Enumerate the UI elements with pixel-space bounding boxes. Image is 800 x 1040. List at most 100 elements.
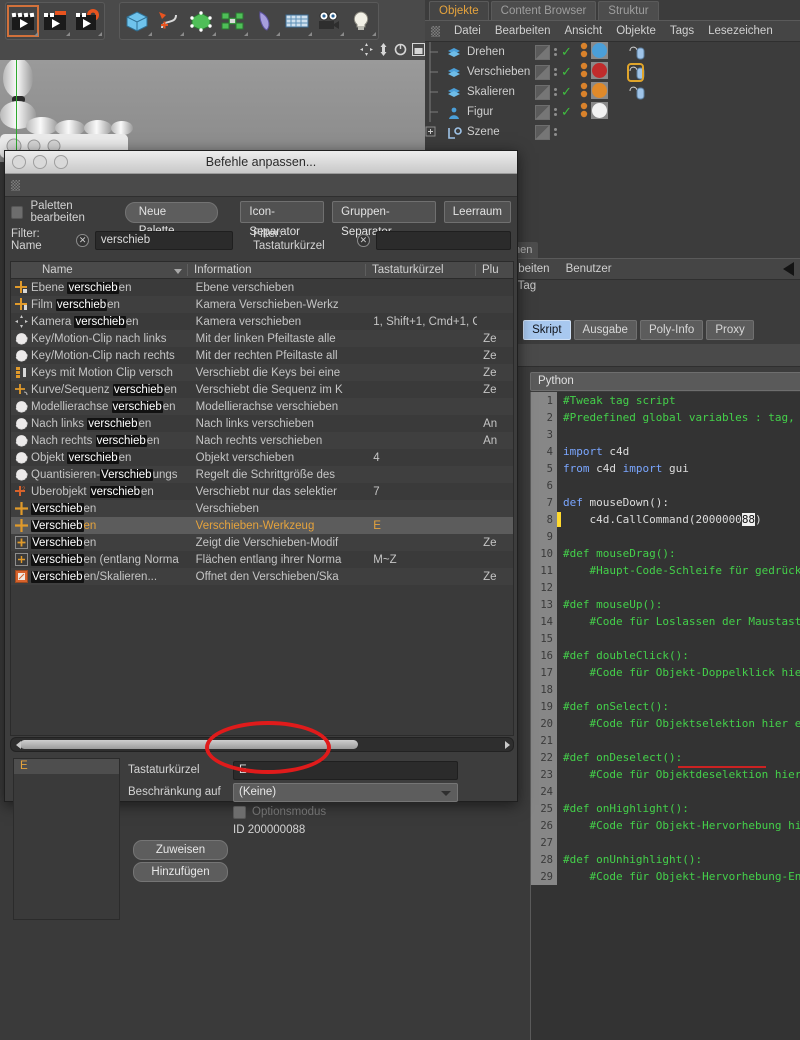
code-line[interactable]: 17 #Code für Objekt-Doppelklick hier (531, 664, 800, 681)
viewport-3d-scene[interactable] (0, 60, 425, 162)
column-header-plugin[interactable]: Plu (475, 264, 511, 276)
tab-poly-info[interactable]: Poly-Info (639, 320, 704, 340)
mouse-tag-icon[interactable] (629, 45, 645, 60)
render-region-icon[interactable] (412, 43, 425, 59)
scrollbar-thumb[interactable] (20, 740, 358, 749)
rotate-axis-icon[interactable] (394, 43, 407, 59)
table-row[interactable]: Nach rechts verschieben Nach rechts versc… (11, 432, 513, 449)
table-row[interactable]: Verschieben (entlang Norma Flächen entlan… (11, 551, 513, 568)
enabled-check-icon[interactable]: ✓ (561, 84, 572, 100)
table-row[interactable]: Kamera verschieben Kamera verschieben 1, S… (11, 313, 513, 330)
script-language-field[interactable]: Python (530, 372, 800, 391)
menu-tags[interactable]: Tags (670, 25, 694, 37)
table-row[interactable]: Ebene verschieben Ebene verschieben (11, 279, 513, 296)
clapperboard-record-icon[interactable] (39, 5, 71, 37)
shortcut-field-input[interactable]: E (233, 760, 458, 780)
icon-separator-button[interactable]: Icon-Separator (240, 201, 325, 238)
table-row[interactable]: Kurve/Sequenz verschieben Verschiebt die … (11, 381, 513, 398)
table-row[interactable]: 2 Überobjekt verschieben Verschiebt nur da… (11, 483, 513, 500)
code-line[interactable]: 19 #def onSelect(): (531, 698, 800, 715)
add-button[interactable]: Hinzufügen (133, 862, 228, 882)
code-line[interactable]: 4 import c4d (531, 443, 800, 460)
table-row[interactable]: Quantisieren-Verschiebungs Regelt die Sch… (11, 466, 513, 483)
menu-bearbeiten[interactable]: Bearbeiten (495, 25, 551, 37)
tag-cluster[interactable] (579, 62, 623, 82)
visibility-box-icon[interactable] (535, 104, 550, 120)
code-line[interactable]: 5 from c4d import gui (531, 460, 800, 477)
camera-icon[interactable] (313, 5, 345, 37)
dot-toggles-icon[interactable] (553, 108, 558, 116)
enabled-check-icon[interactable]: ✓ (561, 44, 572, 60)
grid-floor-icon[interactable] (281, 5, 313, 37)
column-header-shortcut[interactable]: Tastaturkürzel (365, 264, 475, 276)
collapse-left-icon[interactable] (783, 262, 794, 276)
table-body[interactable]: Ebene verschieben Ebene verschieben Film v… (11, 279, 513, 585)
shortcut-list[interactable]: E (13, 758, 120, 920)
code-line[interactable]: 28 #def onUnhighlight(): (531, 851, 800, 868)
code-line[interactable]: 3 (531, 426, 800, 443)
table-horizontal-scrollbar[interactable] (10, 737, 514, 752)
menu-benutzer[interactable]: Benutzer (566, 263, 612, 275)
table-row[interactable]: Key/Motion-Clip nach links Mit der linken… (11, 330, 513, 347)
light-bulb-icon[interactable] (345, 5, 377, 37)
object-row[interactable]: Verschieben ✓ (425, 62, 800, 82)
tab-ausgabe[interactable]: Ausgabe (573, 320, 637, 340)
mouse-tag-icon-selected[interactable] (626, 62, 645, 82)
tag-cluster[interactable] (579, 82, 623, 102)
nurbs-cube-icon[interactable] (185, 5, 217, 37)
code-line[interactable]: 14 #Code für Loslassen der Maustaste (531, 613, 800, 630)
object-row[interactable]: Skalieren ✓ (425, 82, 800, 102)
table-row[interactable]: Modellierachse verschieben Modellierachse… (11, 398, 513, 415)
restriction-dropdown[interactable]: (Keine) (233, 782, 458, 802)
code-line[interactable]: 10 #def mouseDrag(): (531, 545, 800, 562)
tab-content-browser[interactable]: Content Browser (490, 1, 597, 20)
code-line[interactable]: 27 (531, 834, 800, 851)
visibility-box-icon[interactable] (535, 84, 550, 100)
code-line[interactable]: 13 #def mouseUp(): (531, 596, 800, 613)
table-row[interactable]: Objekt verschieben Objekt verschieben 4 (11, 449, 513, 466)
table-row[interactable]: Film verschieben Kamera Verschieben-Werkz (11, 296, 513, 313)
table-row[interactable]: Key/Motion-Clip nach rechts Mit der recht… (11, 347, 513, 364)
option-mode-checkbox[interactable] (233, 805, 246, 819)
mouse-tag-icon[interactable] (629, 85, 645, 100)
visibility-box-icon[interactable] (535, 44, 550, 60)
script-code-editor[interactable]: 1 #Tweak tag script 2 #Predefined global va… (530, 392, 800, 1040)
code-line[interactable]: 20 #Code für Objektselektion hier ein (531, 715, 800, 732)
enabled-check-icon[interactable]: ✓ (561, 104, 572, 120)
new-palette-button[interactable]: Neue Palette... (124, 201, 219, 237)
code-line[interactable]: 24 (531, 783, 800, 800)
code-line[interactable]: 26 #Code für Objekt-Hervorhebung hier (531, 817, 800, 834)
menu-ansicht[interactable]: Ansicht (564, 25, 602, 37)
code-line[interactable]: 15 (531, 630, 800, 647)
code-line[interactable]: 1 #Tweak tag script (531, 392, 800, 409)
tag-cluster[interactable] (579, 102, 623, 122)
panel-grip-icon[interactable] (431, 25, 440, 37)
move-axis-icon[interactable] (360, 43, 373, 59)
panel-grip-icon[interactable] (11, 179, 20, 191)
code-line[interactable]: 18 (531, 681, 800, 698)
tab-struktur[interactable]: Struktur (598, 1, 659, 20)
group-separator-button[interactable]: Gruppen-Separator (332, 201, 436, 238)
dot-toggles-icon[interactable] (553, 128, 558, 136)
dialog-titlebar[interactable]: Befehle anpassen... (5, 151, 517, 174)
code-line[interactable]: 25 #def onHighlight(): (531, 800, 800, 817)
menu-lesezeichen[interactable]: Lesezeichen (708, 25, 773, 37)
clear-name-filter-icon[interactable]: ✕ (76, 233, 89, 247)
code-line[interactable]: 8 c4d.CallCommand(200000088) (531, 511, 800, 528)
filter-shortcut-input[interactable] (375, 230, 511, 250)
code-line[interactable]: 21 (531, 732, 800, 749)
column-header-name[interactable]: Name (11, 264, 187, 276)
menu-objekte[interactable]: Objekte (616, 25, 656, 37)
code-line[interactable]: 29 #Code für Objekt-Hervorhebung-Ende (531, 868, 800, 885)
object-row[interactable]: Szene (425, 122, 800, 142)
scroll-right-arrow-icon[interactable] (505, 740, 510, 749)
scale-axis-icon[interactable] (378, 43, 389, 59)
array-cluster-icon[interactable] (217, 5, 249, 37)
commands-table[interactable]: Name Information Tastaturkürzel Plu Eben… (10, 261, 514, 736)
table-row[interactable]: Nach links verschieben Nach links verschi… (11, 415, 513, 432)
customize-commands-dialog[interactable]: Befehle anpassen... Paletten bearbeiten … (4, 150, 518, 920)
cube-primitive-icon[interactable] (121, 5, 153, 37)
shortcut-list-item[interactable]: E (14, 759, 119, 774)
table-row[interactable]: Verschieben Verschieben (11, 500, 513, 517)
scroll-left-arrow-icon[interactable] (16, 740, 21, 749)
